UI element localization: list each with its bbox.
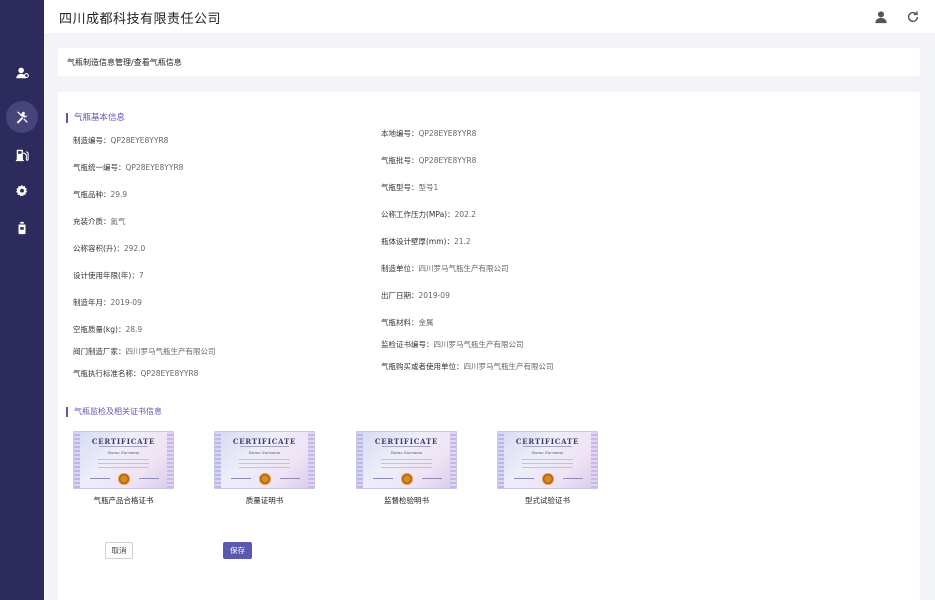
cert-rule bbox=[382, 446, 431, 447]
cert-rule bbox=[523, 446, 572, 447]
breadcrumb: 气瓶制造信息管理/查看气瓶信息 bbox=[67, 58, 182, 67]
cert-signature-line bbox=[231, 478, 251, 479]
seal-icon bbox=[118, 473, 130, 485]
cylinder-icon bbox=[18, 221, 26, 235]
cert-type-test[interactable]: CERTIFICATE Name Surname bbox=[497, 431, 598, 489]
cert-signature-line bbox=[139, 478, 159, 479]
field-wall-thickness: 瓶体设计壁厚(mm)：21.2 bbox=[381, 237, 471, 246]
user-avatar-icon bbox=[875, 11, 887, 24]
field-unified-no: 气瓶统一编号：QP28EYE8YYR8 bbox=[73, 163, 184, 172]
cert-rule bbox=[99, 446, 148, 447]
seal-icon bbox=[542, 473, 554, 485]
cert-label: 型式试验证书 bbox=[525, 496, 570, 505]
cert-supervision[interactable]: CERTIFICATE Name Surname bbox=[356, 431, 457, 489]
nav-user[interactable] bbox=[6, 57, 38, 89]
cert-name: Name Surname bbox=[107, 450, 140, 455]
cert-text-line bbox=[522, 463, 573, 464]
cert-text-line bbox=[98, 463, 149, 464]
cert-label: 监督检验明书 bbox=[384, 496, 429, 505]
cert-rule bbox=[240, 446, 289, 447]
field-local-no: 本地编号：QP28EYE8YYR8 bbox=[381, 129, 477, 138]
nav-tools[interactable] bbox=[6, 101, 38, 133]
cert-quality[interactable]: CERTIFICATE Name Surname bbox=[214, 431, 315, 489]
breadcrumb-card: 气瓶制造信息管理/查看气瓶信息 bbox=[58, 48, 920, 76]
cert-signature-line bbox=[373, 478, 393, 479]
refresh-icon bbox=[907, 11, 919, 23]
field-manufacturer: 制造单位：四川罗马气瓶生产有限公司 bbox=[381, 264, 509, 273]
cert-title: CERTIFICATE bbox=[374, 437, 439, 446]
gear-icon bbox=[16, 184, 28, 197]
cert-text-line bbox=[381, 467, 432, 468]
cert-name: Name Surname bbox=[390, 450, 423, 455]
field-batch-no: 气瓶批号：QP28EYE8YYR8 bbox=[381, 156, 477, 165]
tools-icon bbox=[16, 111, 28, 124]
basic-info-title: 气瓶基本信息 bbox=[66, 113, 125, 123]
cert-label: 质量证明书 bbox=[245, 496, 284, 505]
field-buyer: 气瓶购买或者使用单位：四川罗马气瓶生产有限公司 bbox=[381, 362, 554, 371]
nav-settings[interactable] bbox=[6, 175, 38, 207]
cert-text-line bbox=[239, 459, 290, 460]
company-name: 四川成都科技有限责任公司 bbox=[59, 12, 222, 27]
gas-station-icon bbox=[15, 149, 29, 162]
cert-product-qualification[interactable]: CERTIFICATE Name Surname bbox=[73, 431, 174, 489]
cert-text-line bbox=[522, 467, 573, 468]
cert-text-line bbox=[98, 459, 149, 460]
cert-title: CERTIFICATE bbox=[515, 437, 580, 446]
field-pressure: 公称工作压力(MPa)：202.2 bbox=[381, 210, 477, 219]
nav-station[interactable] bbox=[6, 139, 38, 171]
refresh-button[interactable] bbox=[906, 9, 920, 23]
cert-text-line bbox=[239, 463, 290, 464]
sidebar bbox=[0, 0, 44, 600]
seal-icon bbox=[401, 473, 413, 485]
cert-name: Name Surname bbox=[248, 450, 281, 455]
nav-cylinder[interactable] bbox=[6, 212, 38, 244]
field-volume: 公称容积(升)：292.0 bbox=[73, 244, 146, 253]
cert-text-line bbox=[239, 467, 290, 468]
cert-signature-line bbox=[563, 478, 583, 479]
cert-label: 气瓶产品合格证书 bbox=[93, 496, 154, 505]
top-bar: 四川成都科技有限责任公司 bbox=[44, 0, 935, 33]
save-button[interactable]: 保存 bbox=[223, 542, 252, 559]
field-inspection-cert-no: 监检证书编号：四川罗马气瓶生产有限公司 bbox=[381, 340, 524, 349]
field-manufacture-no: 制造编号：QP28EYE8YYR8 bbox=[73, 136, 169, 145]
user-profile-button[interactable] bbox=[874, 9, 888, 24]
cert-text-line bbox=[381, 459, 432, 460]
cert-signature-line bbox=[90, 478, 110, 479]
field-valve-maker: 阀门制造厂家：四川罗马气瓶生产有限公司 bbox=[73, 347, 216, 356]
field-manufacture-date: 制造年月：2019-09 bbox=[73, 298, 142, 307]
cert-text-line bbox=[381, 463, 432, 464]
field-medium: 充装介质：氮气 bbox=[73, 217, 126, 226]
field-variety: 气瓶品种：29.9 bbox=[73, 190, 128, 199]
cert-signature-line bbox=[280, 478, 300, 479]
cert-text-line bbox=[98, 467, 149, 468]
cancel-button[interactable]: 取消 bbox=[105, 542, 133, 559]
seal-icon bbox=[259, 473, 271, 485]
field-model: 气瓶型号：型号1 bbox=[381, 183, 439, 192]
cert-section-title: 气瓶监检及相关证书信息 bbox=[66, 407, 162, 417]
field-material: 气瓶材料：金属 bbox=[381, 318, 434, 327]
cert-title: CERTIFICATE bbox=[232, 437, 297, 446]
cert-signature-line bbox=[422, 478, 442, 479]
cert-title: CERTIFICATE bbox=[91, 437, 156, 446]
cert-text-line bbox=[522, 459, 573, 460]
user-icon bbox=[16, 67, 29, 79]
field-design-life: 设计使用年限(年)：7 bbox=[73, 271, 144, 280]
cert-name: Name Surname bbox=[531, 450, 564, 455]
field-factory-date: 出厂日期：2019-09 bbox=[381, 291, 450, 300]
field-empty-weight: 空瓶质量(kg)：28.9 bbox=[73, 325, 143, 334]
cert-signature-line bbox=[514, 478, 534, 479]
field-standard-name: 气瓶执行标准名称：QP28EYE8YYR8 bbox=[73, 369, 199, 378]
